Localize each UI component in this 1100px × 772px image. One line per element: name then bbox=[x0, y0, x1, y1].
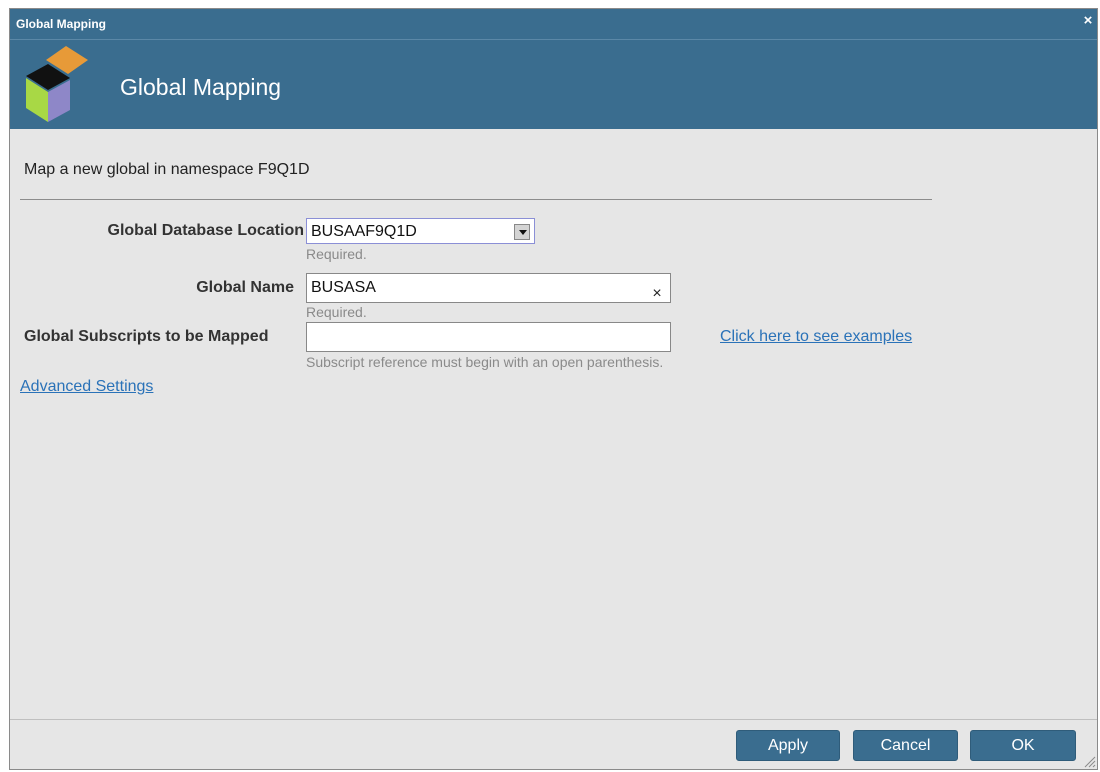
advanced-settings-link[interactable]: Advanced Settings bbox=[20, 378, 153, 396]
subscripts-hint: Subscript reference must begin with an o… bbox=[306, 354, 664, 370]
clear-icon[interactable]: × bbox=[650, 285, 664, 303]
chevron-down-icon[interactable] bbox=[514, 224, 530, 240]
window-title: Global Mapping bbox=[16, 17, 106, 31]
database-location-select[interactable]: BUSAAF9Q1D bbox=[306, 218, 535, 244]
database-location-hint: Required. bbox=[306, 246, 367, 262]
footer-divider bbox=[10, 719, 1097, 720]
global-name-input[interactable] bbox=[306, 273, 671, 303]
global-name-label: Global Name bbox=[196, 279, 294, 296]
database-location-value: BUSAAF9Q1D bbox=[311, 223, 417, 240]
header-title: Global Mapping bbox=[120, 74, 282, 100]
divider bbox=[20, 199, 932, 200]
dialog-header: Global Mapping bbox=[10, 39, 1097, 129]
close-icon[interactable]: × bbox=[1081, 13, 1095, 29]
subscripts-input[interactable] bbox=[306, 322, 671, 352]
global-name-hint: Required. bbox=[306, 304, 367, 320]
intro-text: Map a new global in namespace F9Q1D bbox=[24, 161, 310, 178]
cancel-button[interactable]: Cancel bbox=[853, 730, 958, 761]
cube-logo-icon bbox=[26, 46, 88, 122]
global-mapping-dialog: Global Mapping × Global Mapping Map a ne… bbox=[9, 8, 1098, 770]
database-location-label: Global Database Location bbox=[107, 222, 304, 239]
ok-button[interactable]: OK bbox=[970, 730, 1076, 761]
subscripts-label: Global Subscripts to be Mapped bbox=[24, 328, 269, 345]
resize-grip-icon[interactable] bbox=[1082, 754, 1096, 768]
title-bar[interactable]: Global Mapping × bbox=[10, 9, 1097, 39]
apply-button[interactable]: Apply bbox=[736, 730, 840, 761]
examples-link[interactable]: Click here to see examples bbox=[720, 328, 912, 346]
